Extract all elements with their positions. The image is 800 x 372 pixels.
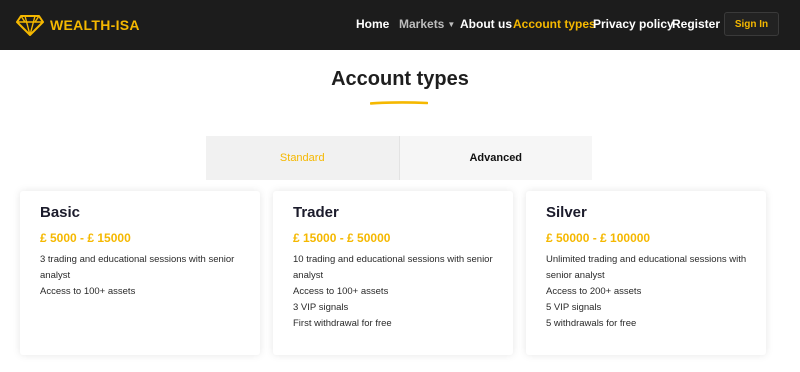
nav-markets-label: Markets (399, 17, 445, 31)
list-item: 5 VIP signals (546, 302, 602, 313)
top-navigation-bar: WEALTH-ISA Home Markets ▼ About us Accoun… (0, 0, 800, 50)
nav-account-types[interactable]: Account types (513, 17, 596, 31)
diamond-icon (16, 15, 44, 36)
nav-about-us[interactable]: About us (460, 17, 512, 31)
card-title: Silver (546, 204, 587, 221)
card-price: £ 50000 - £ 100000 (546, 231, 651, 245)
brand-logo[interactable]: WEALTH-ISA (16, 13, 140, 37)
account-tabs: Standard Advanced (206, 136, 592, 180)
nav-home[interactable]: Home (356, 17, 389, 31)
brand-name: WEALTH-ISA (50, 17, 140, 33)
list-item: Access to 100+ assets (293, 286, 389, 297)
tab-advanced[interactable]: Advanced (398, 136, 592, 180)
account-card-basic: Basic £ 5000 - £ 15000 3 trading and edu… (20, 191, 260, 355)
list-item: 3 VIP signals (293, 302, 349, 313)
title-underline-decoration (370, 101, 428, 105)
list-item: First withdrawal for free (293, 318, 392, 329)
tab-standard[interactable]: Standard (206, 136, 399, 180)
nav-markets[interactable]: Markets ▼ (399, 17, 455, 31)
account-card-trader: Trader £ 15000 - £ 50000 10 trading and … (273, 191, 513, 355)
page-title: Account types (331, 68, 469, 90)
list-item: 10 trading and educational sessions with… (293, 254, 493, 281)
list-item: Access to 100+ assets (40, 286, 136, 297)
card-title: Basic (40, 204, 81, 221)
card-price: £ 15000 - £ 50000 (293, 231, 391, 245)
chevron-down-icon: ▼ (447, 20, 456, 29)
card-price: £ 5000 - £ 15000 (40, 231, 131, 245)
nav-register[interactable]: Register (672, 17, 720, 31)
card-feature-list: Unlimited trading and educational sessio… (546, 252, 756, 332)
card-feature-list: 10 trading and educational sessions with… (293, 252, 503, 332)
card-feature-list: 3 trading and educational sessions with … (40, 252, 250, 300)
list-item: 5 withdrawals for free (546, 318, 637, 329)
list-item: Access to 200+ assets (546, 286, 642, 297)
list-item: Unlimited trading and educational sessio… (546, 254, 747, 281)
nav-privacy-policy[interactable]: Privacy policy (593, 17, 674, 31)
card-title: Trader (293, 204, 339, 221)
list-item: 3 trading and educational sessions with … (40, 254, 235, 281)
sign-in-button[interactable]: Sign In (724, 12, 779, 36)
account-card-silver: Silver £ 50000 - £ 100000 Unlimited trad… (526, 191, 766, 355)
